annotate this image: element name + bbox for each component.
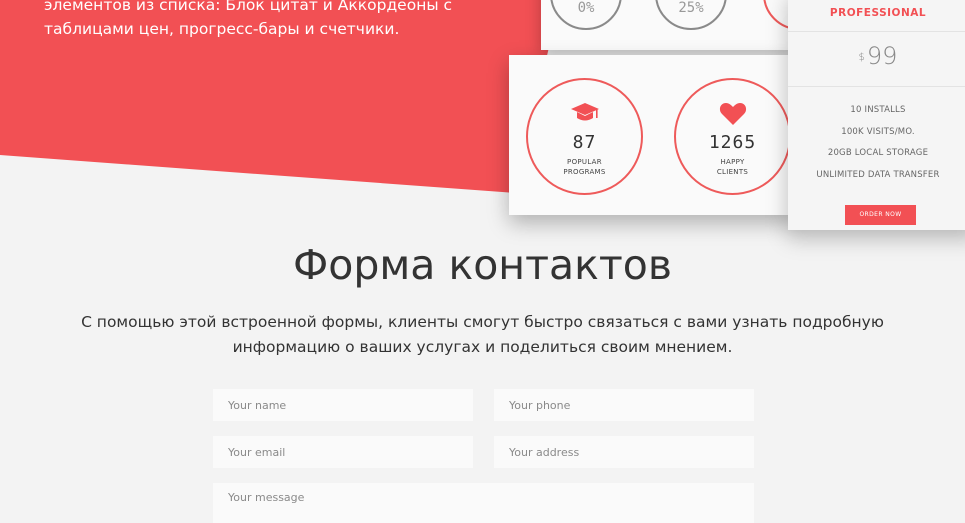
message-field[interactable]: [213, 483, 754, 523]
address-field[interactable]: [494, 436, 754, 468]
pricing-features: 10 INSTALLS 100K VISITS/MO. 20GB LOCAL S…: [788, 100, 965, 186]
heart-icon: [719, 100, 747, 126]
counter-label: HAPPY CLIENTS: [716, 158, 749, 176]
counter-value: 1265: [708, 132, 757, 153]
counter-circle: 1265 HAPPY CLIENTS: [674, 78, 791, 195]
pricing-feature: UNLIMITED DATA TRANSFER: [816, 169, 940, 180]
pricing-feature: 20GB LOCAL STORAGE: [827, 148, 929, 158]
name-field[interactable]: [213, 389, 473, 421]
counter-value: 87: [572, 132, 597, 153]
progress-value: 0%: [577, 0, 595, 16]
phone-field[interactable]: [494, 389, 754, 421]
progress-circles-card: 0% 25%: [541, 0, 835, 50]
divider: [788, 31, 965, 32]
counter-circle: 87 POPULAR PROGRAMS: [526, 78, 643, 195]
progress-circle: 25%: [655, 0, 727, 30]
divider: [788, 86, 965, 87]
pricing-amount: $99: [858, 42, 898, 70]
pricing-card: PROFESSIONAL $99 10 INSTALLS 100K VISITS…: [788, 0, 965, 230]
pricing-feature: 10 INSTALLS: [850, 105, 906, 115]
order-button[interactable]: ORDER NOW: [845, 205, 916, 225]
email-field[interactable]: [213, 436, 473, 468]
graduation-cap-icon: [570, 100, 600, 126]
counters-card: 87 POPULAR PROGRAMS 1265 HAPPY CLIENTS: [509, 55, 796, 215]
contact-description: С помощью этой встроенной формы, клиенты…: [81, 313, 884, 356]
hero-text: элементов из списка: Блок цитат и Аккорд…: [44, 0, 453, 38]
progress-value: 25%: [678, 0, 704, 16]
counter-label: POPULAR PROGRAMS: [563, 158, 606, 176]
progress-circle: 0%: [550, 0, 622, 30]
pricing-title: PROFESSIONAL: [829, 7, 927, 19]
contact-title: Форма контактов: [292, 241, 673, 289]
pricing-feature: 100K VISITS/MO.: [841, 126, 915, 137]
